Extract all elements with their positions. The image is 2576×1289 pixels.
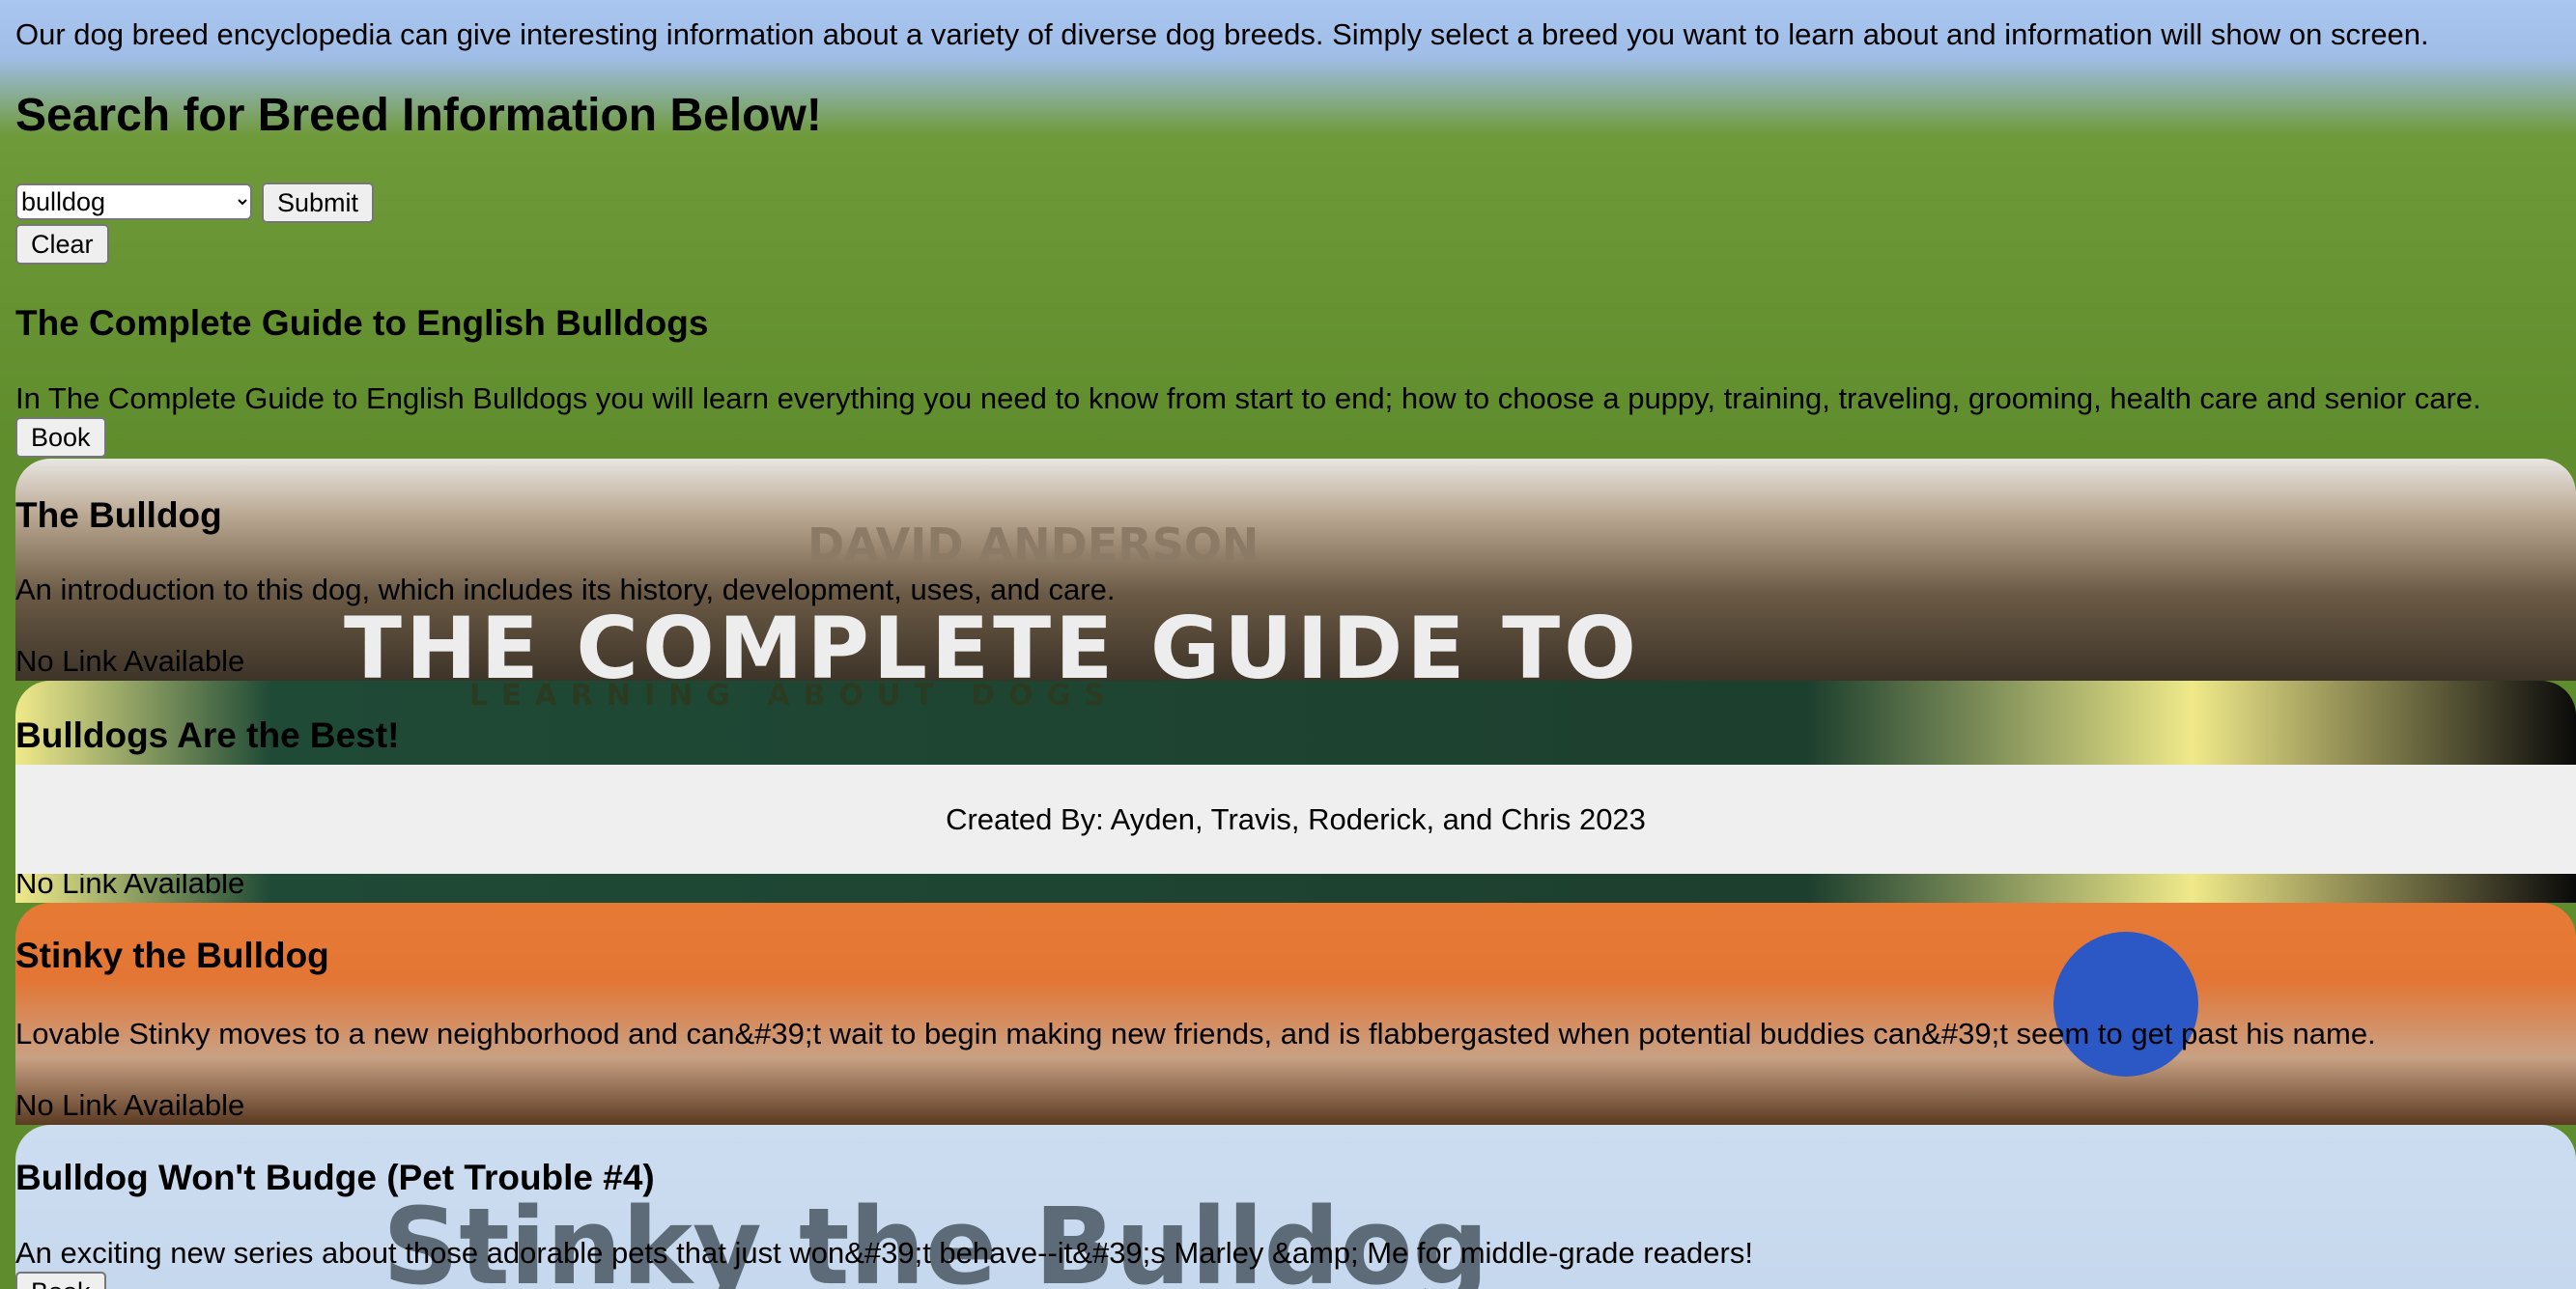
cover-title-text: THE COMPLETE GUIDE TO <box>344 599 1640 681</box>
submit-button[interactable]: Submit <box>262 182 375 223</box>
page-title: Search for Breed Information Below! <box>15 90 822 141</box>
result-title: The Bulldog <box>15 495 222 535</box>
result-description: Lovable Stinky moves to a new neighborho… <box>15 1017 2376 1051</box>
footer-credits: Created By: Ayden, Travis, Roderick, and… <box>946 801 1646 836</box>
intro-text: Our dog breed encyclopedia can give inte… <box>15 17 2429 51</box>
result-title: Bulldogs Are the Best! <box>15 715 400 755</box>
breed-select[interactable]: bulldog <box>15 183 252 220</box>
result-card: Stinky the Bulldog Bulldog Won't Budge (… <box>15 1125 2576 1289</box>
result-card: Stinky the Bulldog Lovable Stinky moves … <box>15 903 2576 1125</box>
clear-button[interactable]: Clear <box>15 224 109 265</box>
result-description: An introduction to this dog, which inclu… <box>15 573 1116 606</box>
cover-series-text: LEARNING ABOUT DOGS <box>469 681 1118 713</box>
result-title: The Complete Guide to English Bulldogs <box>15 303 709 343</box>
footer: Created By: Ayden, Travis, Roderick, and… <box>15 765 2576 874</box>
book-link-button[interactable]: Book <box>15 417 106 458</box>
result-card: DAVID ANDERSON THE COMPLETE GUIDE TO The… <box>15 459 2576 681</box>
ribbon-badge-icon <box>2053 932 2198 1077</box>
book-link-button[interactable]: Book <box>15 1272 106 1289</box>
no-link-text: No Link Available <box>15 644 245 678</box>
result-card: The Complete Guide to English Bulldogs I… <box>15 290 2576 459</box>
result-title: Bulldog Won't Budge (Pet Trouble #4) <box>15 1158 655 1197</box>
result-description: In The Complete Guide to English Bulldog… <box>15 381 2481 415</box>
no-link-text: No Link Available <box>15 1088 245 1122</box>
result-description: An exciting new series about those adora… <box>15 1236 1753 1270</box>
cover-author-text: DAVID ANDERSON <box>807 518 1260 571</box>
result-title: Stinky the Bulldog <box>15 936 329 975</box>
page: { "intro": "Our dog breed encyclopedia c… <box>0 0 2576 1289</box>
